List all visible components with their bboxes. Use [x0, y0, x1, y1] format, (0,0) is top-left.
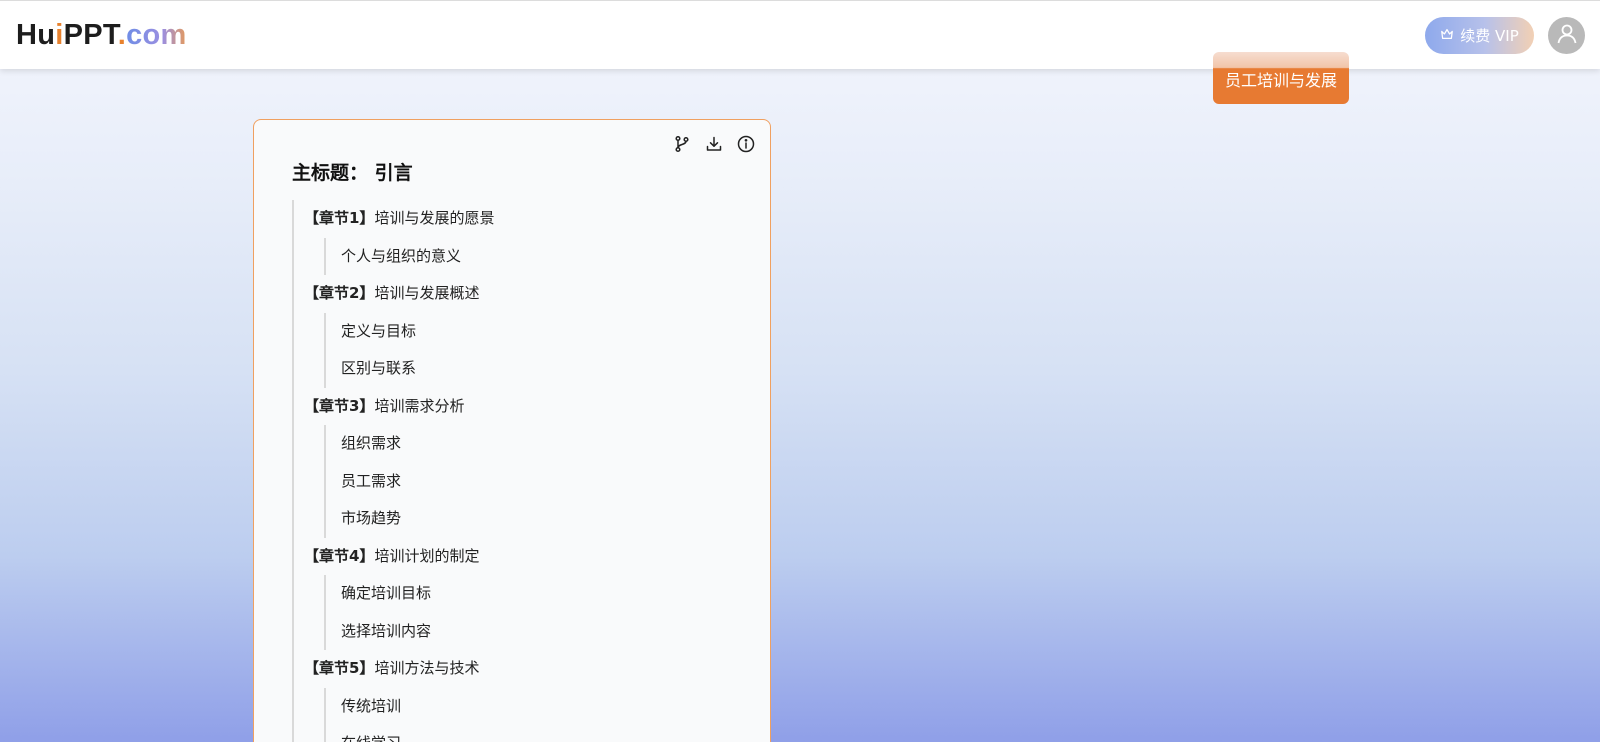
subsection-item[interactable]: 个人与组织的意义: [326, 238, 752, 276]
top-nav-bar: HuiPPT.com 续费 VIP: [0, 0, 1600, 69]
chapter-2[interactable]: 【章节2】培训与发展概述: [294, 275, 752, 313]
chapter-tag: 【章节3】: [304, 396, 375, 415]
subsection-item[interactable]: 确定培训目标: [326, 575, 752, 613]
chapter-tag: 【章节2】: [304, 284, 375, 302]
chapter-title: 培训与发展的愿景: [374, 209, 495, 227]
subsection-item[interactable]: 传统培训: [326, 688, 752, 726]
renew-vip-label: 续费 VIP: [1460, 27, 1519, 45]
crown-icon: [1440, 27, 1454, 45]
chapter-4[interactable]: 【章节4】培训计划的制定: [294, 538, 752, 576]
chapter-3[interactable]: 【章节3】培训需求分析: [294, 388, 752, 426]
renew-vip-button[interactable]: 续费 VIP: [1425, 17, 1534, 54]
chapter-3-subsections: 组织需求 员工需求 市场趋势: [324, 425, 752, 538]
logo-text-i: i: [55, 19, 64, 51]
user-icon: [1555, 22, 1579, 50]
logo-text-dot: .: [117, 19, 127, 51]
chapter-title: 培训与发展概述: [374, 284, 480, 302]
chapter-1-subsections: 个人与组织的意义: [324, 237, 752, 276]
subsection-item[interactable]: 在线学习: [326, 725, 752, 742]
subsection-item[interactable]: 员工需求: [326, 463, 752, 501]
huippt-logo[interactable]: HuiPPT.com: [16, 17, 187, 53]
chapter-1[interactable]: 【章节1】培训与发展的愿景: [294, 200, 752, 238]
subsection-item[interactable]: 选择培训内容: [326, 613, 752, 651]
outline-tree: 【章节1】培训与发展的愿景 个人与组织的意义 【章节2】培训与发展概述 定义与目…: [292, 200, 752, 742]
user-avatar[interactable]: [1548, 17, 1585, 54]
subsection-item[interactable]: 市场趋势: [326, 500, 752, 538]
branch-icon[interactable]: [672, 134, 692, 154]
topic-tag-label: 员工培训与发展: [1224, 71, 1337, 90]
card-toolbar: [672, 134, 756, 154]
main-title: 主标题： 引言: [292, 162, 413, 184]
chapter-tag: 【章节1】: [304, 209, 375, 227]
subsection-item[interactable]: 组织需求: [326, 425, 752, 463]
download-icon[interactable]: [704, 134, 724, 154]
topic-tag[interactable]: 员工培训与发展: [1213, 52, 1349, 104]
chapter-5[interactable]: 【章节5】培训方法与技术: [294, 650, 752, 688]
outline-card: 主标题： 引言 【章节1】培训与发展的愿景 个人与组织的意义 【章节2】培训与发…: [253, 119, 771, 742]
chapter-5-subsections: 传统培训 在线学习: [324, 687, 752, 742]
subsection-item[interactable]: 区别与联系: [326, 350, 752, 388]
subsection-item[interactable]: 定义与目标: [326, 313, 752, 351]
logo-text-com: com: [126, 19, 187, 51]
chapter-2-subsections: 定义与目标 区别与联系: [324, 312, 752, 388]
chapter-tag: 【章节4】: [304, 546, 375, 565]
chapter-tag: 【章节5】: [304, 659, 375, 677]
chapter-title: 培训需求分析: [374, 396, 465, 415]
chapter-title: 培训方法与技术: [374, 659, 480, 677]
logo-text-ppt: PPT: [63, 19, 118, 51]
chapter-4-subsections: 确定培训目标 选择培训内容: [324, 575, 752, 650]
info-icon[interactable]: [736, 134, 756, 154]
chapter-title: 培训计划的制定: [374, 546, 480, 565]
logo-text-hu: Hu: [16, 19, 56, 51]
